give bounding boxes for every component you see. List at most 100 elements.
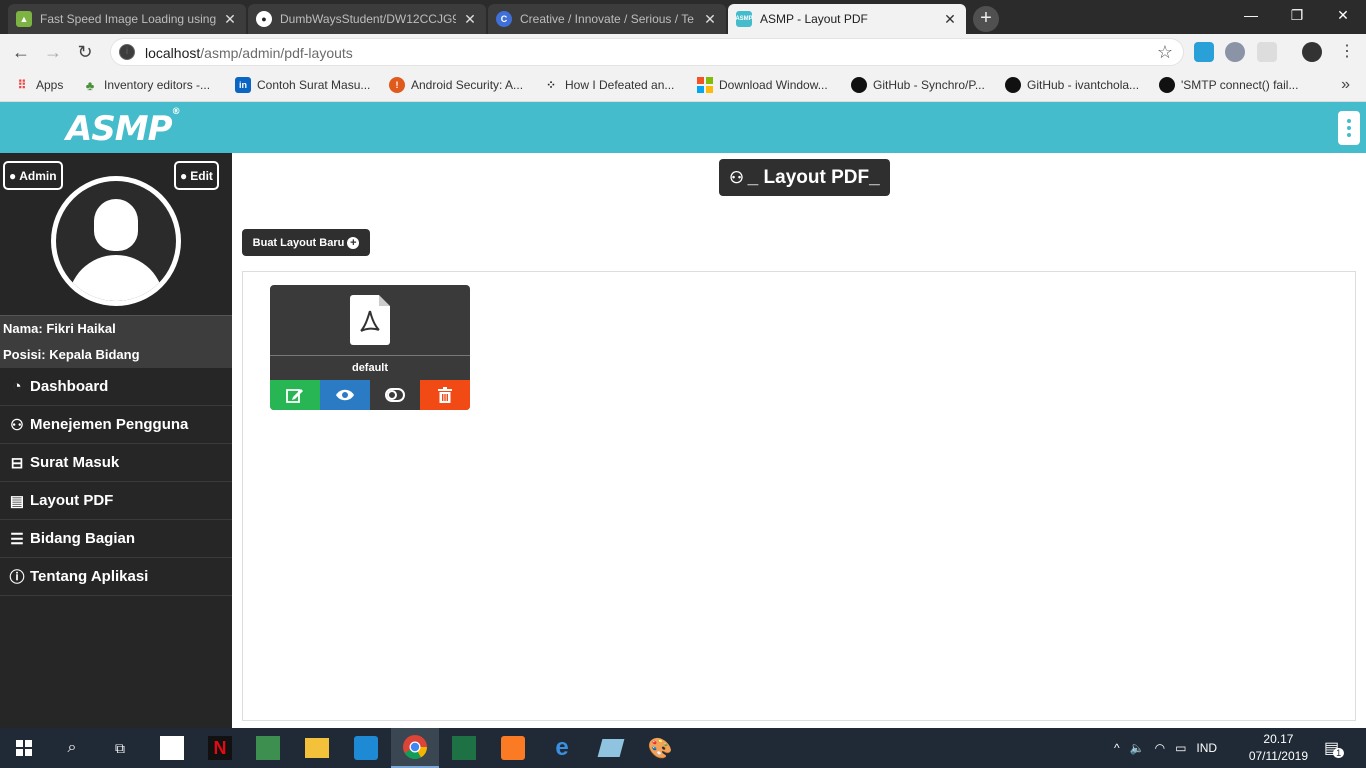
creative-favicon-icon: C — [496, 11, 512, 27]
bookmark-item[interactable]: ⁘ How I Defeated an... — [543, 77, 674, 93]
github-icon: ● — [256, 11, 272, 27]
close-tab-icon[interactable]: ✕ — [222, 11, 238, 28]
bookmark-item[interactable]: in Contoh Surat Masu... — [235, 77, 370, 93]
excel-icon[interactable] — [440, 728, 488, 768]
asmp-favicon-icon: ASMP — [735, 11, 753, 27]
paint-icon[interactable]: 🎨 — [636, 728, 684, 768]
search-icon[interactable]: ⌕ — [48, 728, 96, 768]
restore-icon[interactable]: ❐ — [1274, 0, 1320, 30]
apps-grid-icon: ⠿ — [17, 78, 27, 92]
extension-icon[interactable] — [1257, 42, 1277, 62]
shield-extension-icon[interactable] — [1225, 42, 1245, 62]
plus-circle-icon: + — [347, 236, 360, 249]
wifi-icon[interactable]: ◠ — [1155, 741, 1165, 755]
edit-layout-button[interactable] — [270, 380, 320, 410]
xampp-icon[interactable] — [489, 728, 537, 768]
trash-icon — [438, 387, 452, 403]
admin-button[interactable]: ● Admin — [3, 161, 63, 190]
tab-title: DumbWaysStudent/DW12CCJG9 — [280, 12, 456, 26]
minimize-icon[interactable]: — — [1228, 0, 1274, 30]
toggle-layout-button[interactable] — [370, 380, 420, 410]
bookmark-item[interactable]: ! Android Security: A... — [389, 77, 523, 93]
volume-icon[interactable]: 🔈 — [1130, 741, 1145, 755]
windows-logo-icon — [697, 77, 713, 93]
header-menu-button[interactable] — [1338, 111, 1360, 145]
bookmark-item[interactable]: GitHub - Synchro/P... — [851, 77, 985, 93]
bookmark-item[interactable]: 'SMTP connect() fail... — [1159, 77, 1298, 93]
chevron-up-icon[interactable]: ^ — [1114, 741, 1120, 755]
tab-title: ASMP - Layout PDF — [760, 12, 868, 26]
address-url[interactable]: localhost/asmp/admin/pdf-layouts — [145, 45, 353, 61]
clock[interactable]: 20.17 07/11/2019 — [1249, 731, 1308, 765]
browser-toolbar: ← → ↻ i localhost/asmp/admin/pdf-layouts… — [0, 34, 1366, 70]
layouts-panel: default — [242, 271, 1356, 721]
more-bookmarks-icon[interactable]: » — [1341, 76, 1350, 94]
windows-taskbar: ⌕ ⧉ N e 🎨 ^ 🔈 ◠ ▭ IND 20.17 07/11/2019 ▤… — [0, 728, 1366, 768]
delete-layout-button[interactable] — [420, 380, 470, 410]
layout-name: default — [351, 362, 389, 374]
browser-menu-icon[interactable]: ⋮ — [1334, 39, 1360, 65]
github-icon — [1005, 77, 1021, 93]
amazon-app-icon[interactable] — [148, 728, 196, 768]
sidebar-item-surat-masuk[interactable]: ⊟ Surat Masuk — [0, 444, 232, 482]
address-bar[interactable]: i localhost/asmp/admin/pdf-layouts ☆ — [110, 38, 1184, 66]
bookmark-apps[interactable]: ⠿ Apps — [14, 77, 64, 93]
browser-tab[interactable]: ● DumbWaysStudent/DW12CCJG9 ✕ — [248, 4, 486, 34]
sidebar-item-bidang-bagian[interactable]: ☰ Bidang Bagian — [0, 520, 232, 558]
pdf-file-icon — [350, 295, 390, 345]
github-icon — [851, 77, 867, 93]
file-explorer-icon[interactable] — [293, 728, 341, 768]
tab-title: Fast Speed Image Loading using — [40, 12, 216, 26]
linkedin-icon: in — [235, 77, 251, 93]
close-tab-icon[interactable]: ✕ — [702, 11, 718, 28]
sidebar-item-menejemen-pengguna[interactable]: ⚇ Menejemen Pengguna — [0, 406, 232, 444]
new-layout-button[interactable]: Buat Layout Baru + — [242, 229, 370, 256]
chrome-taskbar-icon[interactable] — [391, 728, 439, 768]
image-favicon-icon: ▲ — [16, 11, 32, 27]
user-position: Posisi: Kepala Bidang — [3, 347, 140, 362]
browser-tab-strip: ▲ Fast Speed Image Loading using ✕ ● Dum… — [0, 0, 1366, 34]
site-info-icon[interactable]: i — [119, 44, 135, 60]
battery-icon[interactable]: ▭ — [1175, 741, 1186, 755]
app-icon[interactable] — [587, 728, 635, 768]
windows-start-icon[interactable] — [0, 728, 48, 768]
bookmark-item[interactable]: Download Window... — [697, 77, 828, 93]
bookmark-star-icon[interactable]: ☆ — [1157, 42, 1173, 63]
browser-tab[interactable]: ▲ Fast Speed Image Loading using ✕ — [8, 4, 246, 34]
browser-tab-active[interactable]: ASMP ASMP - Layout PDF ✕ — [728, 4, 966, 34]
back-icon[interactable]: ← — [8, 39, 34, 65]
pdf-file-icon: ▤ — [9, 492, 25, 510]
asmp-logo[interactable]: ASMP ® — [66, 107, 181, 149]
close-tab-icon[interactable]: ✕ — [942, 11, 958, 28]
new-tab-button[interactable]: + — [973, 6, 999, 32]
close-window-icon[interactable]: ✕ — [1320, 0, 1366, 30]
sidebar-item-dashboard[interactable]: ◔ Dashboard — [0, 368, 232, 406]
info-icon: ⓘ — [9, 569, 25, 586]
sidebar-item-layout-pdf[interactable]: ▤ Layout PDF — [0, 482, 232, 520]
browser-tab[interactable]: C Creative / Innovate / Serious / Te ✕ — [488, 4, 726, 34]
list-icon: ☰ — [10, 530, 24, 548]
forward-icon[interactable]: → — [40, 39, 66, 65]
bookmark-item[interactable]: ♣ Inventory editors -... — [82, 77, 210, 93]
user-info: Nama: Fikri Haikal Posisi: Kepala Bidang — [0, 315, 232, 368]
toggle-icon — [385, 388, 405, 402]
edge-icon[interactable]: e — [538, 728, 586, 768]
netflix-app-icon[interactable]: N — [196, 728, 244, 768]
spreadsheet-app-icon[interactable] — [244, 728, 292, 768]
edit-profile-button[interactable]: ● Edit — [174, 161, 219, 190]
view-layout-button[interactable] — [320, 380, 370, 410]
reload-icon[interactable]: ↻ — [72, 39, 98, 65]
extension-icon[interactable] — [1194, 42, 1214, 62]
dashboard-icon: ◔ — [12, 378, 22, 395]
language-indicator[interactable]: IND — [1196, 741, 1217, 755]
main-content: ⚇ _ Layout PDF_ Buat Layout Baru + defau… — [232, 153, 1366, 728]
task-view-icon[interactable]: ⧉ — [96, 728, 144, 768]
sidebar-item-tentang-aplikasi[interactable]: ⓘ Tentang Aplikasi — [0, 558, 232, 596]
profile-avatar-icon[interactable] — [1302, 42, 1322, 62]
bookmark-item[interactable]: GitHub - ivantchola... — [1005, 77, 1139, 93]
edit-icon — [286, 389, 303, 403]
close-tab-icon[interactable]: ✕ — [462, 11, 478, 28]
vscode-icon[interactable] — [342, 728, 390, 768]
dots-icon: ⁘ — [545, 78, 557, 92]
notification-center-icon[interactable]: ▤ 1 — [1324, 728, 1345, 768]
